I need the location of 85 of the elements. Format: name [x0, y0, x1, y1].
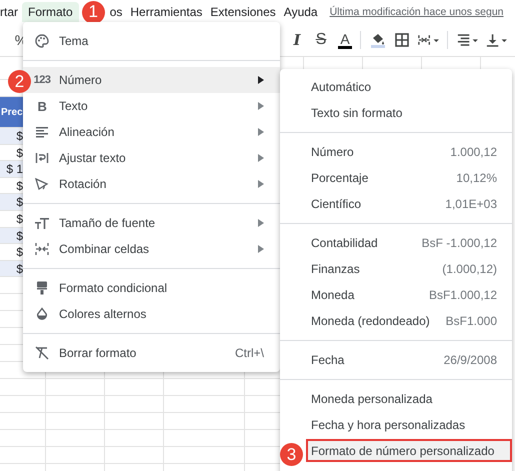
step-badge: 2 — [8, 70, 31, 93]
menu-item[interactable]: Rotación — [23, 171, 280, 197]
table-cell-text: $ — [15, 228, 23, 244]
table-cell — [46, 430, 105, 448]
clear-format-icon — [34, 345, 50, 361]
table-cell-text: $ — [15, 260, 23, 278]
rotate-text-icon — [34, 176, 50, 192]
menu-item[interactable]: Científico 1,01E+03 — [280, 191, 512, 217]
merge-cells-icon — [34, 241, 50, 257]
drop-icon — [34, 306, 50, 322]
shortcut-label: Ctrl+\ — [234, 346, 264, 360]
menu-item[interactable]: B Texto — [23, 93, 280, 119]
table-cell — [46, 447, 105, 464]
table-cell — [46, 379, 105, 396]
menu-item[interactable]: Tamaño de fuente — [23, 210, 280, 236]
menu-item[interactable]: Moneda (redondeado) BsF1.000 — [280, 308, 512, 334]
menu-item[interactable]: Automático — [280, 74, 512, 100]
table-cell — [0, 447, 46, 464]
borders-icon — [394, 32, 410, 48]
format-example: (1.000,12) — [442, 262, 497, 276]
menu-item[interactable]: Formato condicional — [23, 275, 280, 301]
align-left-icon — [34, 124, 50, 140]
format-example: BsF1.000 — [446, 314, 497, 328]
table-cell-text: $ — [15, 128, 23, 145]
format-example: 10,12% — [456, 171, 497, 185]
paint-bucket-icon — [370, 32, 386, 48]
arrow-down-icon — [485, 32, 500, 48]
menu-item[interactable]: Finanzas (1.000,12) — [280, 256, 512, 282]
menu-item[interactable]: Número 1.000,12 — [280, 139, 512, 165]
format-example: 26/9/2008 — [444, 353, 497, 367]
table-cell — [0, 396, 46, 414]
table-cell — [46, 396, 105, 414]
menu-item[interactable]: Formato — [22, 2, 79, 22]
table-cell — [105, 447, 164, 464]
step-badge: 1 — [82, 0, 105, 24]
table-cell — [0, 430, 46, 448]
menu-item[interactable]: Ajustar texto — [23, 145, 280, 171]
table-cell — [105, 430, 164, 448]
table-cell — [0, 379, 46, 396]
menu-item[interactable]: Moneda BsF1.000,12 — [280, 282, 512, 308]
table-cell — [105, 379, 164, 396]
menu-item[interactable]: os — [106, 2, 126, 22]
menu-item[interactable]: Tema — [23, 28, 280, 54]
menu-item[interactable]: Ayuda — [280, 2, 322, 22]
menu-item[interactable]: Colores alternos — [23, 301, 280, 327]
table-cell-text: $ — [15, 244, 23, 261]
table-cell-text: $ 1 — [5, 161, 23, 178]
menu-item[interactable]: Texto sin formato — [280, 100, 512, 126]
menu-item[interactable]: Contabilidad BsF -1.000,12 — [280, 230, 512, 256]
text-color-button[interactable]: A — [336, 29, 354, 51]
menu-item[interactable]: Porcentaje 10,12% — [280, 165, 512, 191]
italic-button[interactable]: I — [288, 29, 306, 51]
last-edit-link[interactable]: Última modificación hace unos segun — [330, 6, 504, 18]
menu-item[interactable]: Alineación — [23, 119, 280, 145]
table-cell — [105, 413, 164, 430]
table-cell-text: $ — [15, 144, 23, 162]
paint-roller-icon — [34, 280, 50, 296]
menu-item[interactable]: Fecha 26/9/2008 — [280, 347, 512, 373]
format-example: BsF1.000,12 — [428, 288, 497, 302]
menu-item[interactable]: Fecha y hora personalizadas — [280, 412, 512, 438]
menu-item[interactable]: Combinar celdas — [23, 236, 280, 262]
column-header: Prec — [0, 106, 23, 120]
table-cell — [0, 413, 46, 430]
format-example: BsF -1.000,12 — [422, 236, 497, 250]
align-lines-icon — [456, 32, 471, 48]
menu-item[interactable]: Extensiones — [206, 2, 280, 22]
font-size-icon — [34, 215, 50, 231]
menu-item[interactable]: rtar — [0, 2, 22, 22]
menu-item[interactable]: 123 Número — [23, 67, 280, 93]
table-cell — [46, 413, 105, 430]
table-cell-text: $ — [15, 194, 23, 211]
wrap-text-icon — [34, 150, 50, 166]
menu-item[interactable]: Herramientas — [126, 2, 206, 22]
format-example: 1,01E+03 — [445, 197, 497, 211]
table-cell — [105, 396, 164, 414]
menu-item[interactable]: Moneda personalizada — [280, 386, 512, 412]
table-cell-text: $ — [15, 178, 23, 194]
menu-glyph-icon: B — [38, 98, 46, 114]
table-cell-text: $ — [15, 210, 23, 228]
menu-glyph-icon: 123 — [34, 74, 50, 86]
palette-icon — [34, 33, 50, 49]
menu-item[interactable]: Formato de número personalizado — [306, 439, 512, 462]
strikethrough-button[interactable]: S — [312, 29, 330, 51]
format-example: 1.000,12 — [450, 145, 497, 159]
menu-item[interactable]: Borrar formato Ctrl+\ — [23, 340, 280, 366]
